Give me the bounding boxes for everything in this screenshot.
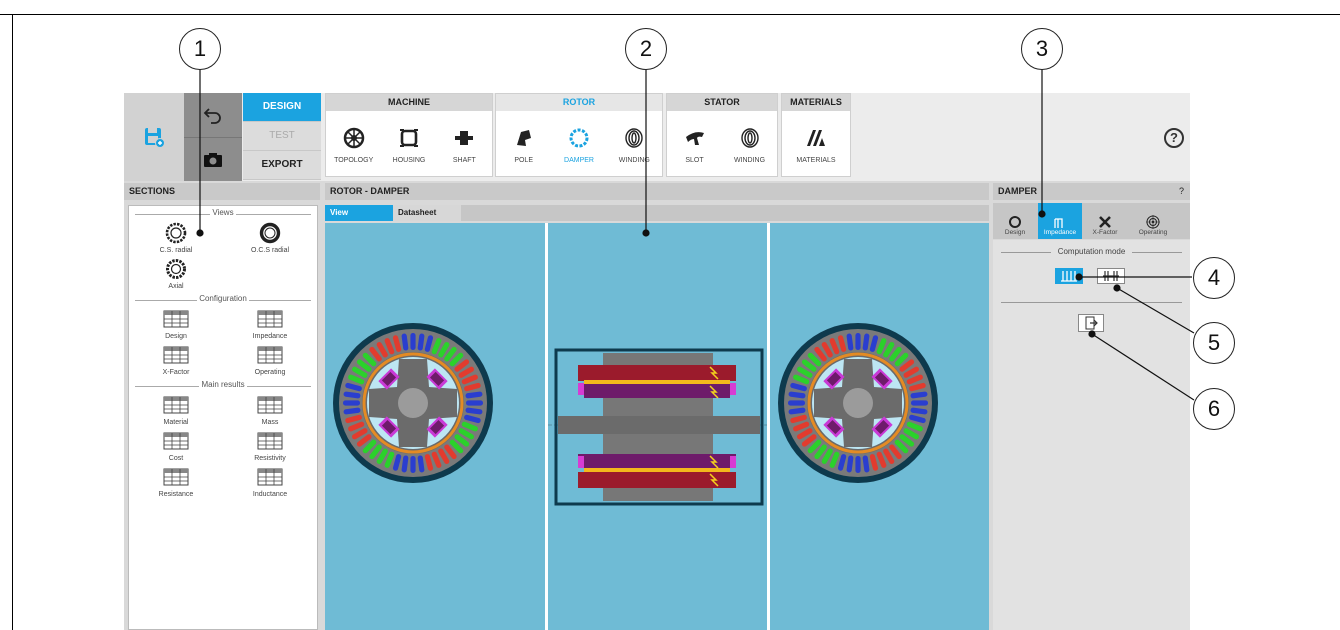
callout-6: 6 (1193, 388, 1235, 430)
callout-5: 5 (1193, 322, 1235, 364)
callout-4: 4 (1193, 257, 1235, 299)
callout-leaders (196, 66, 1195, 401)
callout-1: 1 (179, 28, 221, 70)
callout-2: 2 (625, 28, 667, 70)
callout-3: 3 (1021, 28, 1063, 70)
